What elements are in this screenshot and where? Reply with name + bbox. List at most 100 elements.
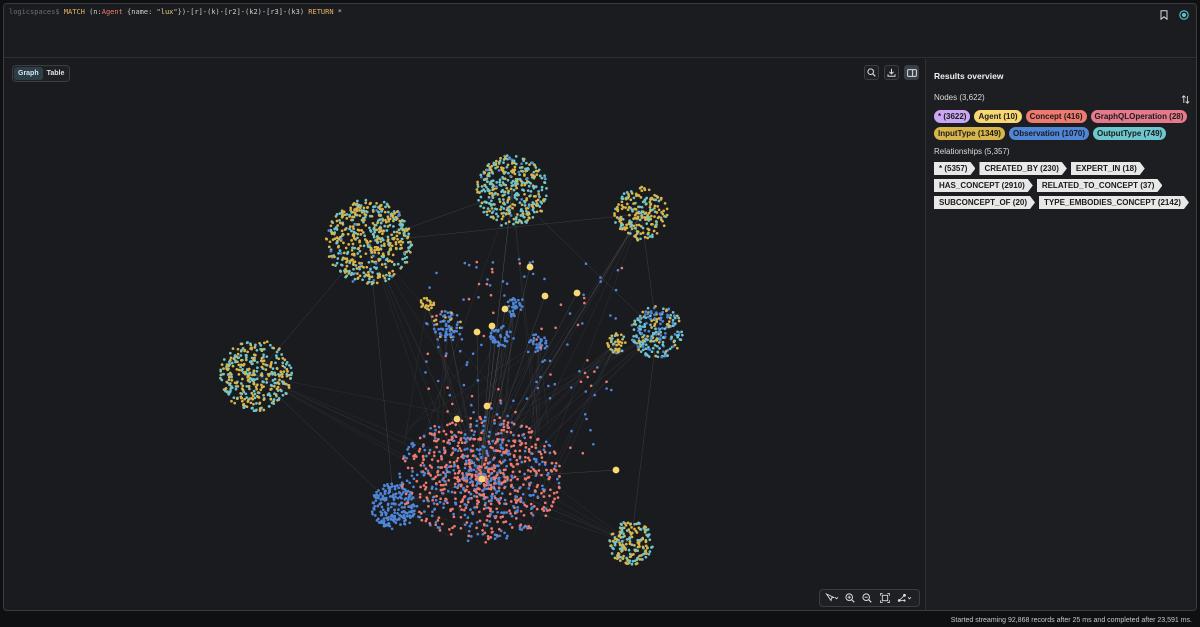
graph-node[interactable] <box>410 442 413 446</box>
graph-node[interactable] <box>388 495 392 498</box>
graph-node[interactable] <box>353 271 357 275</box>
graph-node[interactable] <box>645 202 648 206</box>
graph-node[interactable] <box>271 367 275 370</box>
graph-node[interactable] <box>460 483 463 487</box>
graph-node[interactable] <box>619 547 623 550</box>
graph-node[interactable] <box>513 314 516 318</box>
graph-node[interactable] <box>620 349 624 353</box>
graph-node[interactable] <box>341 256 345 260</box>
graph-node[interactable] <box>228 351 232 355</box>
graph-node[interactable] <box>372 205 375 209</box>
graph-node[interactable] <box>609 314 612 317</box>
graph-node[interactable] <box>239 365 242 369</box>
graph-node[interactable] <box>471 352 475 356</box>
graph-node[interactable] <box>495 207 499 211</box>
graph-node[interactable] <box>356 277 360 280</box>
graph-node[interactable] <box>381 219 385 222</box>
graph-node[interactable] <box>260 386 264 389</box>
graph-node[interactable] <box>493 422 496 425</box>
graph-node[interactable] <box>518 262 522 265</box>
graph-node[interactable] <box>435 445 438 449</box>
graph-node[interactable] <box>452 330 456 334</box>
graph-node[interactable] <box>663 327 667 331</box>
graph-node[interactable] <box>280 375 284 379</box>
graph-node[interactable] <box>495 535 499 538</box>
graph-node[interactable] <box>581 322 584 325</box>
graph-node[interactable] <box>462 383 466 387</box>
graph-node[interactable] <box>284 392 288 395</box>
graph-node[interactable] <box>542 495 546 498</box>
graph-node[interactable] <box>490 486 493 490</box>
graph-node[interactable] <box>648 200 652 204</box>
graph-node[interactable] <box>490 407 493 410</box>
graph-node[interactable] <box>584 262 588 265</box>
graph-node[interactable] <box>273 381 277 385</box>
graph-node[interactable] <box>640 189 644 193</box>
graph-node[interactable] <box>439 334 443 337</box>
graph-node[interactable] <box>235 397 239 401</box>
graph-node[interactable] <box>231 347 235 350</box>
graph-node[interactable] <box>362 244 366 248</box>
graph-node[interactable] <box>252 389 256 393</box>
graph-node[interactable] <box>480 185 484 188</box>
graph-node[interactable] <box>386 210 390 214</box>
graph-node[interactable] <box>265 355 269 358</box>
graph-node[interactable] <box>530 511 533 515</box>
graph-node[interactable] <box>648 538 652 542</box>
graph-node[interactable] <box>502 161 505 164</box>
graph-node[interactable] <box>646 535 650 538</box>
graph-node[interactable] <box>410 466 414 470</box>
graph-node[interactable] <box>392 272 396 276</box>
graph-node[interactable] <box>395 217 399 220</box>
graph-node[interactable] <box>502 520 505 524</box>
graph-node[interactable] <box>667 307 671 311</box>
graph-node[interactable] <box>518 201 522 204</box>
graph-node[interactable] <box>436 379 440 383</box>
graph-node[interactable] <box>626 208 630 212</box>
graph-node[interactable] <box>533 175 537 178</box>
graph-node[interactable] <box>517 258 521 261</box>
graph-node[interactable] <box>249 401 253 405</box>
graph-node[interactable] <box>649 314 652 318</box>
graph-node[interactable] <box>244 356 248 359</box>
graph-node[interactable] <box>520 203 524 207</box>
graph-node[interactable] <box>464 488 468 492</box>
graph-node[interactable] <box>339 221 342 225</box>
graph-node[interactable] <box>492 202 496 206</box>
graph-node[interactable] <box>509 298 512 302</box>
graph-node[interactable] <box>390 233 394 237</box>
graph-node[interactable] <box>496 437 499 441</box>
graph-node[interactable] <box>455 329 459 333</box>
graph-node[interactable] <box>505 536 508 540</box>
graph-node[interactable] <box>592 443 595 446</box>
graph-node[interactable] <box>531 208 535 212</box>
graph-node[interactable] <box>505 332 509 336</box>
graph-node[interactable] <box>482 494 485 497</box>
graph-node[interactable] <box>521 433 524 437</box>
graph-node[interactable] <box>339 252 343 255</box>
graph-node[interactable] <box>465 503 468 507</box>
graph-node[interactable] <box>658 347 661 350</box>
graph-node[interactable] <box>395 234 399 238</box>
graph-node[interactable] <box>433 507 437 511</box>
graph-node[interactable] <box>274 393 278 396</box>
graph-node[interactable] <box>528 450 531 453</box>
graph-node[interactable] <box>466 539 470 543</box>
graph-node[interactable] <box>280 380 284 383</box>
graph-node[interactable] <box>442 502 446 506</box>
graph-node[interactable] <box>540 188 544 192</box>
graph-node[interactable] <box>411 470 414 473</box>
graph-node[interactable] <box>637 521 641 525</box>
graph-node[interactable] <box>400 485 404 488</box>
graph-node[interactable] <box>538 450 542 454</box>
graph-node[interactable] <box>487 163 491 166</box>
graph-node[interactable] <box>627 528 631 531</box>
graph-node[interactable] <box>557 485 561 489</box>
graph-node[interactable] <box>496 193 500 196</box>
relationship-type-chip[interactable]: TYPE_EMBODIES_CONCEPT (2142) <box>1039 196 1189 209</box>
graph-node[interactable] <box>646 312 650 316</box>
graph-node[interactable] <box>493 515 496 518</box>
graph-node[interactable] <box>661 336 665 339</box>
graph-node[interactable] <box>252 369 256 373</box>
graph-node[interactable] <box>633 544 636 547</box>
